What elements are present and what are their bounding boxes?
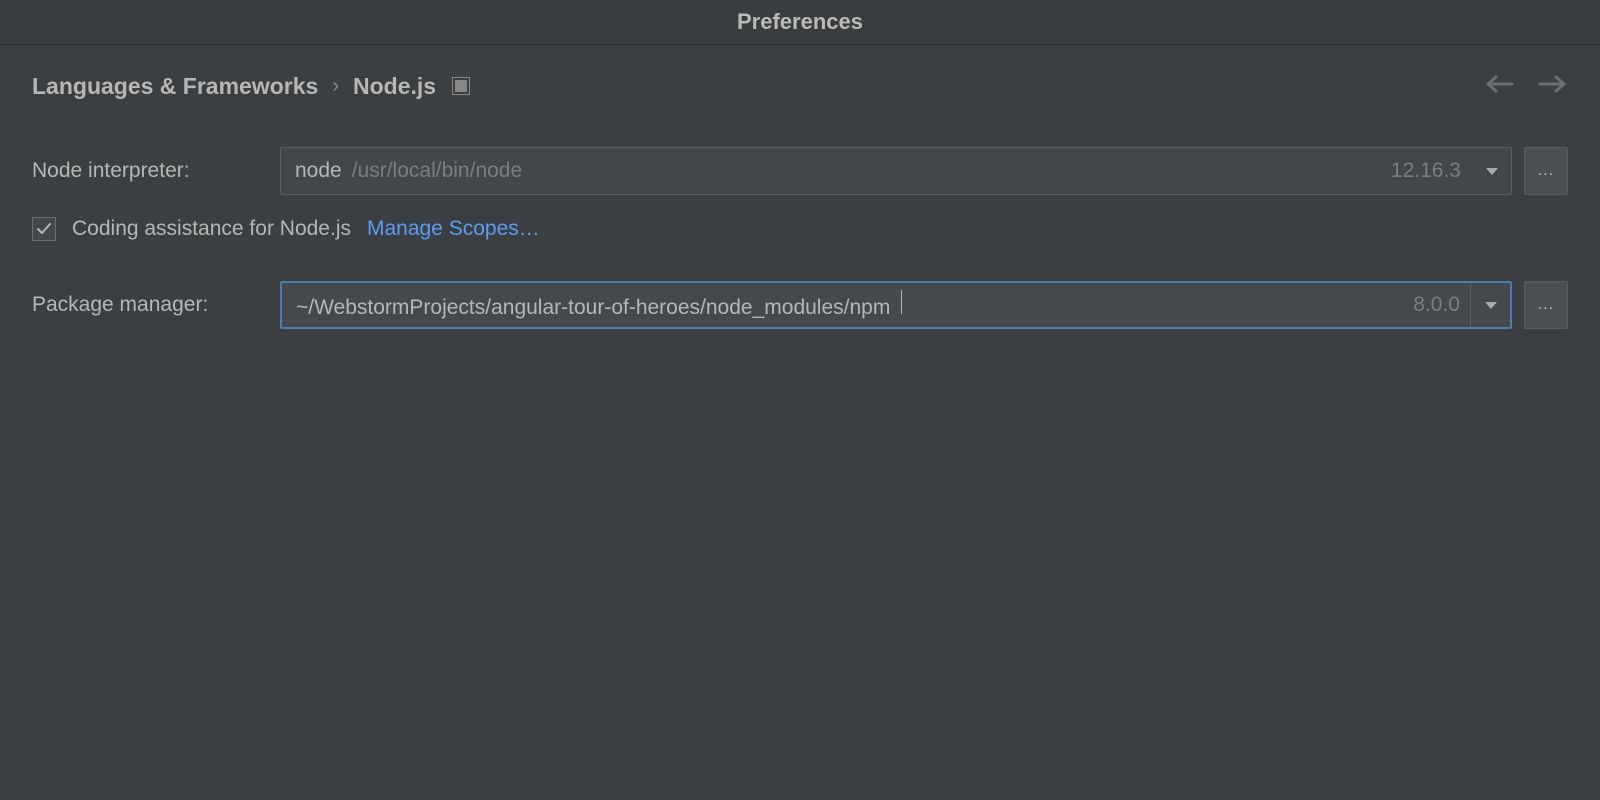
package-manager-value: ~/WebstormProjects/angular-tour-of-heroe… [282, 290, 1413, 320]
package-manager-combo[interactable]: ~/WebstormProjects/angular-tour-of-heroe… [280, 281, 1512, 329]
node-interpreter-row: Node interpreter: node /usr/local/bin/no… [32, 147, 1568, 195]
title-bar: Preferences [0, 0, 1600, 45]
breadcrumb-root[interactable]: Languages & Frameworks [32, 73, 318, 100]
manage-scopes-link[interactable]: Manage Scopes… [367, 217, 540, 241]
text-cursor [901, 290, 902, 314]
nav-arrows [1484, 73, 1568, 99]
chevron-down-icon [1485, 302, 1497, 309]
checkmark-icon [36, 222, 52, 236]
window-title: Preferences [737, 9, 863, 35]
node-interpreter-label: Node interpreter: [32, 159, 280, 183]
breadcrumb: Languages & Frameworks › Node.js [32, 69, 1568, 103]
per-project-settings-icon [452, 77, 470, 95]
package-manager-label: Package manager: [32, 293, 280, 317]
interpreter-dropdown-caret[interactable] [1471, 148, 1511, 194]
interpreter-path: /usr/local/bin/node [352, 159, 522, 183]
node-interpreter-value: node /usr/local/bin/node [281, 159, 1391, 183]
nav-back-icon[interactable] [1484, 73, 1514, 99]
interpreter-version: 12.16.3 [1391, 159, 1471, 183]
package-manager-dropdown-caret[interactable] [1470, 283, 1510, 327]
nav-forward-icon[interactable] [1538, 73, 1568, 99]
coding-assistance-checkbox[interactable] [32, 217, 56, 241]
breadcrumb-separator-icon: › [332, 75, 339, 98]
browse-package-manager-button[interactable]: ... [1524, 281, 1568, 329]
package-manager-path: ~/WebstormProjects/angular-tour-of-heroe… [296, 296, 890, 320]
chevron-down-icon [1486, 168, 1498, 175]
package-manager-row: Package manager: ~/WebstormProjects/angu… [32, 281, 1568, 329]
coding-assistance-label[interactable]: Coding assistance for Node.js [72, 217, 351, 241]
node-interpreter-combo[interactable]: node /usr/local/bin/node 12.16.3 [280, 147, 1512, 195]
package-manager-version: 8.0.0 [1413, 293, 1470, 317]
preferences-panel: Languages & Frameworks › Node.js Node in… [0, 45, 1600, 375]
coding-assistance-row: Coding assistance for Node.js Manage Sco… [32, 217, 1568, 241]
browse-interpreter-button[interactable]: ... [1524, 147, 1568, 195]
interpreter-prefix: node [295, 159, 342, 183]
breadcrumb-leaf: Node.js [353, 73, 436, 100]
